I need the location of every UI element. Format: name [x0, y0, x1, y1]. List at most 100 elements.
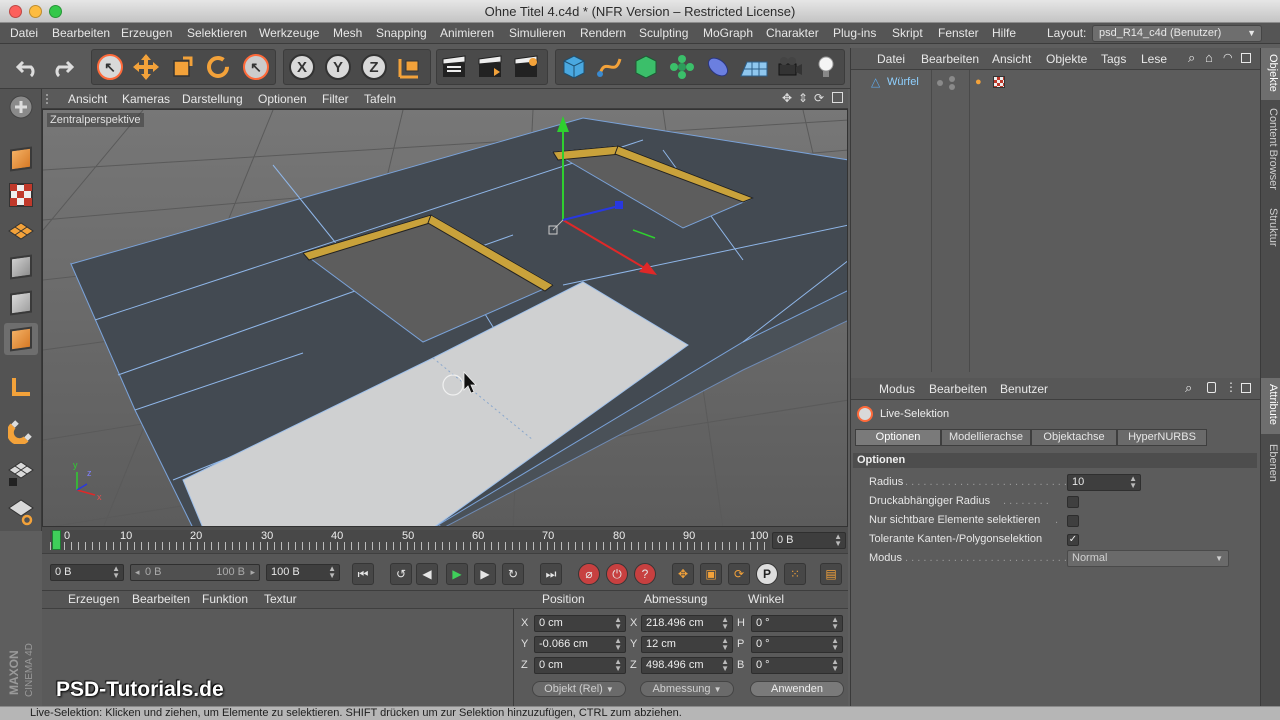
next-key-button[interactable]: ↻: [502, 563, 524, 585]
key-rotation-button[interactable]: ⟳: [728, 563, 750, 585]
cube-primitive-button[interactable]: [558, 51, 590, 83]
menu-rendern[interactable]: Rendern: [580, 26, 626, 40]
model-mode-button[interactable]: [4, 143, 38, 175]
floor-button[interactable]: [738, 51, 770, 83]
camera-button[interactable]: [774, 51, 806, 83]
key-scale-button[interactable]: ▣: [700, 563, 722, 585]
menu-erzeugen[interactable]: Erzeugen: [121, 26, 172, 40]
play-button[interactable]: ▶: [446, 563, 468, 585]
playhead[interactable]: [52, 530, 61, 550]
material-menu-bearbeiten[interactable]: Bearbeiten: [132, 592, 190, 606]
timeline-ruler[interactable]: 0 10 20 30 40 50 60 70 80 90 100 0 B ▲ ▼: [42, 527, 848, 553]
menu-simulieren[interactable]: Simulieren: [509, 26, 566, 40]
3d-viewport[interactable]: Zentralperspektive y z x: [42, 109, 848, 527]
size-z-field[interactable]: 498.496 cm ▲ ▼: [641, 657, 733, 674]
previous-key-button[interactable]: ↺: [390, 563, 412, 585]
menu-bearbeiten[interactable]: Bearbeiten: [52, 26, 110, 40]
viewport-menu-ansicht[interactable]: Ansicht: [68, 92, 107, 106]
texture-mode-button[interactable]: [4, 179, 38, 211]
stepper-icon[interactable]: ▲ ▼: [614, 658, 622, 673]
object-menu-lesezeichen[interactable]: Lese: [1141, 52, 1177, 66]
undo-button[interactable]: [12, 51, 44, 83]
menu-sculpting[interactable]: Sculpting: [639, 26, 688, 40]
stepper-icon[interactable]: ▲ ▼: [328, 565, 336, 580]
record-keys-button[interactable]: ⌀: [578, 563, 600, 585]
viewport-menu-filter[interactable]: Filter: [322, 92, 349, 106]
visible-only-checkbox[interactable]: [1067, 515, 1079, 527]
deformer-button[interactable]: [702, 51, 734, 83]
size-x-field[interactable]: 218.496 cm ▲ ▼: [641, 615, 733, 632]
tab-hypernurbs[interactable]: HyperNURBS: [1117, 429, 1207, 446]
edge-mode-button[interactable]: [4, 287, 38, 319]
menu-mograph[interactable]: MoGraph: [703, 26, 753, 40]
menu-selektieren[interactable]: Selektieren: [187, 26, 247, 40]
keyframe-selection-button[interactable]: ?: [634, 563, 656, 585]
next-frame-button[interactable]: ▶: [474, 563, 496, 585]
key-parameter-button[interactable]: P: [756, 563, 778, 585]
search-icon[interactable]: ⌕: [1188, 50, 1195, 66]
snap-button[interactable]: [4, 415, 38, 447]
live-selection-button[interactable]: ↖: [94, 51, 126, 83]
object-row[interactable]: △ Würfel ●: [853, 75, 1259, 91]
spline-button[interactable]: [594, 51, 626, 83]
tab-objekte[interactable]: Objekte: [1263, 54, 1279, 92]
object-menu-tags[interactable]: Tags: [1101, 52, 1126, 66]
render-visibility-dot-top[interactable]: [949, 76, 955, 82]
stepper-icon[interactable]: ▲ ▼: [614, 637, 622, 652]
move-tool-button[interactable]: [130, 51, 162, 83]
material-menu-erzeugen[interactable]: Erzeugen: [68, 592, 119, 606]
apply-button[interactable]: Anwenden: [750, 681, 844, 697]
stepper-icon[interactable]: ▲ ▼: [721, 616, 729, 631]
redo-button[interactable]: [46, 51, 78, 83]
viewport-menu-kameras[interactable]: Kameras: [122, 92, 170, 106]
array-button[interactable]: [666, 51, 698, 83]
pos-z-field[interactable]: 0 cm ▲ ▼: [534, 657, 626, 674]
stepper-icon[interactable]: ▲ ▼: [831, 637, 839, 652]
menu-hilfe[interactable]: Hilfe: [992, 26, 1016, 40]
dolly-view-icon[interactable]: ⇕: [798, 91, 808, 105]
menu-fenster[interactable]: Fenster: [938, 26, 979, 40]
viewport-menu-darstellung[interactable]: Darstellung: [182, 92, 243, 106]
layout-select[interactable]: psd_R14_c4d (Benutzer) ▼: [1092, 25, 1262, 42]
x-axis-lock-button[interactable]: X: [286, 51, 318, 83]
y-axis-lock-button[interactable]: Y: [322, 51, 354, 83]
pressure-radius-checkbox[interactable]: [1067, 496, 1079, 508]
search-icon[interactable]: ⌕: [1185, 380, 1192, 396]
key-position-button[interactable]: ✥: [672, 563, 694, 585]
menu-datei[interactable]: Datei: [10, 26, 38, 40]
key-pla-button[interactable]: ⁙: [784, 563, 806, 585]
render-visibility-dot-bottom[interactable]: [949, 84, 955, 90]
scheme-button[interactable]: ▤: [820, 563, 842, 585]
menu-werkzeuge[interactable]: Werkzeuge: [259, 26, 319, 40]
menu-charakter[interactable]: Charakter: [766, 26, 819, 40]
tab-content-browser[interactable]: Content Browser: [1263, 108, 1279, 190]
preview-range-slider[interactable]: ◂ 0 B 100 B ▸: [130, 564, 260, 581]
material-menu-funktion[interactable]: Funktion: [202, 592, 248, 606]
render-settings-button[interactable]: [510, 51, 542, 83]
viewport-menu-optionen[interactable]: Optionen: [258, 92, 307, 106]
planar-workplane-button[interactable]: [4, 495, 38, 527]
maximize-icon[interactable]: [1241, 53, 1251, 63]
size-mode-select[interactable]: Abmessung ▼: [640, 681, 734, 697]
menu-mesh[interactable]: Mesh: [333, 26, 362, 40]
start-frame-field[interactable]: 0 B ▲ ▼: [50, 564, 124, 581]
section-header[interactable]: Optionen: [853, 453, 1257, 468]
rot-b-field[interactable]: 0 ° ▲ ▼: [751, 657, 843, 674]
tab-struktur[interactable]: Struktur: [1263, 208, 1279, 247]
stepper-icon[interactable]: ▲ ▼: [721, 658, 729, 673]
object-menu-objekte[interactable]: Objekte: [1046, 52, 1087, 66]
menu-animieren[interactable]: Animieren: [440, 26, 494, 40]
maximize-icon[interactable]: [1241, 383, 1251, 393]
axis-mode-button[interactable]: [4, 371, 38, 403]
render-view-button[interactable]: [438, 51, 470, 83]
goto-start-button[interactable]: ⏮: [352, 563, 374, 585]
pos-y-field[interactable]: -0.066 cm ▲ ▼: [534, 636, 626, 653]
autokey-button[interactable]: ⏻: [606, 563, 628, 585]
tolerant-selection-checkbox[interactable]: ✓: [1067, 534, 1079, 546]
goto-end-button[interactable]: ⏭: [540, 563, 562, 585]
attribute-menu-modus[interactable]: Modus: [879, 382, 915, 396]
maximize-view-icon[interactable]: [832, 92, 843, 103]
radius-field[interactable]: 10 ▲ ▼: [1067, 474, 1141, 491]
drag-handle[interactable]: [46, 94, 54, 104]
pan-view-icon[interactable]: ✥: [782, 91, 792, 105]
